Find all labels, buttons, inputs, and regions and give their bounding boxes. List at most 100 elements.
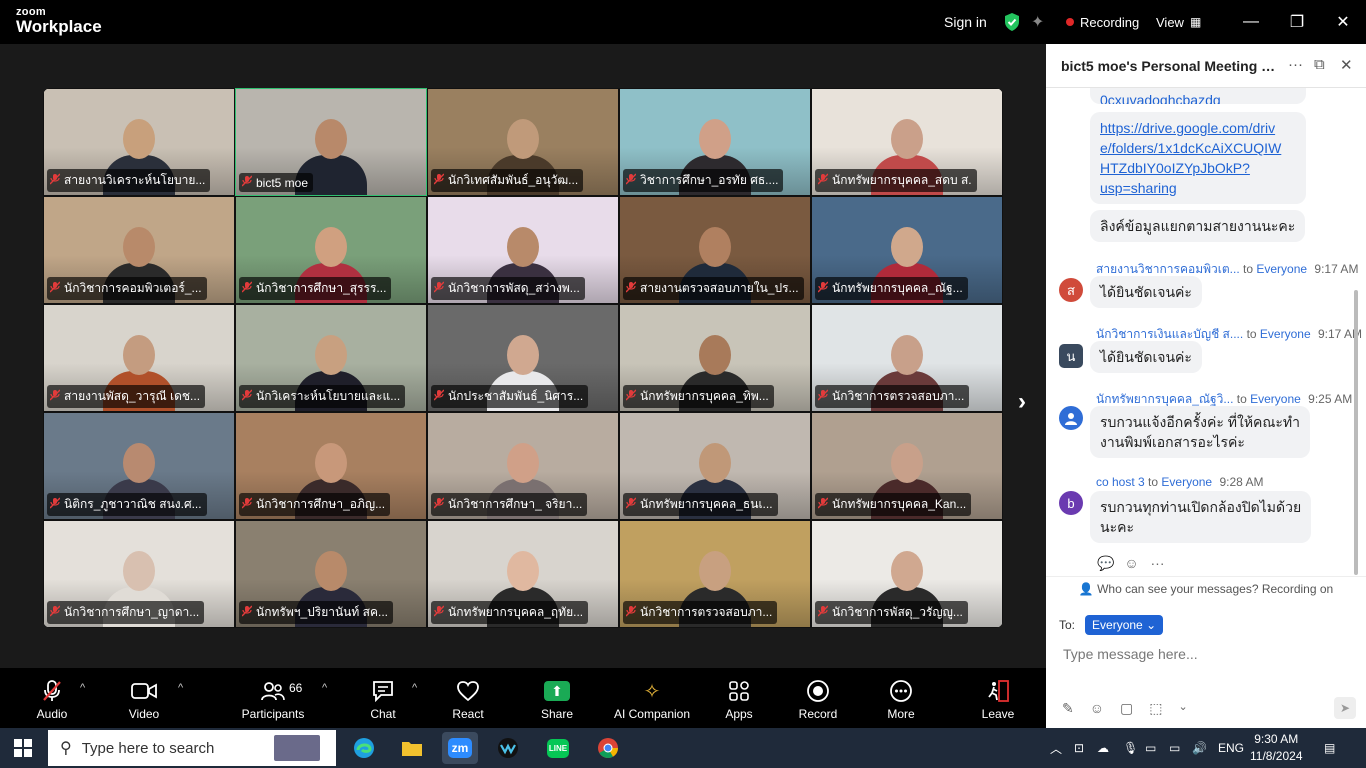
video-tile[interactable]: นักประชาสัมพันธ์_นิศาร... [427, 304, 619, 412]
chat-scrollbar[interactable] [1354, 290, 1358, 575]
meet-now-icon[interactable]: ⊡ [1074, 728, 1084, 768]
drive-link[interactable]: https://drive.google.com/driv e/folders/… [1100, 118, 1296, 198]
language-indicator[interactable]: ENG [1218, 728, 1244, 768]
video-tile[interactable]: นิติกร_ภูชาวาณิช สนง.ศ... [43, 412, 235, 520]
share-button[interactable]: ⬆ Share [538, 668, 576, 728]
audio-caret-icon[interactable]: ^ [80, 682, 85, 694]
tray-chevron-icon[interactable]: ︿ [1050, 728, 1062, 768]
screenshot-icon[interactable]: ⬚ [1149, 700, 1162, 717]
video-tile[interactable]: นักวิชาการศึกษา_อภิญ... [235, 412, 427, 520]
windows-start-icon[interactable] [14, 739, 32, 762]
send-icon[interactable]: ➤ [1334, 697, 1356, 719]
video-tile[interactable]: นักวิเทศสัมพันธ์_อนุวัฒ... [427, 88, 619, 196]
participant-name: สายงานวิเคราะห์นโยบาย... [64, 173, 206, 187]
shield-icon[interactable] [1003, 0, 1021, 44]
video-tile[interactable]: นักวิชาการพัสดุ_วรัญญู... [811, 520, 1003, 628]
sender-name[interactable]: สายงานวิชาการคอมพิวเต... [1096, 262, 1240, 276]
battery-icon[interactable]: ▭ [1145, 728, 1156, 768]
notification-icon[interactable]: ▤ [1324, 728, 1335, 768]
participants-caret-icon[interactable]: ^ [322, 682, 327, 694]
participants-button[interactable]: Participants [240, 668, 306, 728]
muted-mic-icon [433, 497, 445, 512]
react-button[interactable]: React [450, 668, 486, 728]
record-button[interactable]: Record [798, 668, 838, 728]
file-explorer-icon[interactable] [394, 732, 430, 764]
message-line: รบกวนแจ้งอีกครั้งค่ะ ที่ให้คณะทำ [1100, 414, 1301, 430]
file-icon[interactable]: ▢ [1120, 700, 1133, 717]
video-tile[interactable]: สายงานวิเคราะห์นโยบาย... [43, 88, 235, 196]
video-tile[interactable]: สายงานตรวจสอบภายใน_ปร... [619, 196, 811, 304]
close-icon[interactable]: ✕ [1320, 0, 1366, 44]
more-actions-icon[interactable]: ··· [1151, 555, 1165, 571]
video-tile[interactable]: นักทรัพยากรบุคคล_ณัฐ... [811, 196, 1003, 304]
video-tile[interactable]: นักทรัพยากรบุคคล_ธนเ... [619, 412, 811, 520]
participant-name-tag: นิติกร_ภูชาวาณิช สนง.ศ... [47, 493, 207, 516]
video-tile[interactable]: นักวิชาการตรวจสอบภา... [811, 304, 1003, 412]
network-icon[interactable]: ▭ [1169, 728, 1180, 768]
video-tile[interactable]: นักทรัพยากรบุคคล_ทิพ... [619, 304, 811, 412]
video-tile[interactable]: นักวิชาการศึกษา_ญาดา... [43, 520, 235, 628]
view-button[interactable]: View ▦ [1156, 0, 1201, 44]
video-tile[interactable]: นักวิชาการพัสดุ_สว่างพ... [427, 196, 619, 304]
mic-tray-icon[interactable]: 🎙 [1123, 728, 1138, 768]
video-tile[interactable]: bict5 moe [235, 88, 427, 196]
video-tile[interactable]: นักวิชาการศึกษา_ จริยา... [427, 412, 619, 520]
chat-header: bict5 moe's Personal Meeting Ro... ··· ⧉… [1046, 44, 1366, 88]
clock[interactable]: 9:30 AM 11/8/2024 [1250, 731, 1303, 765]
recipient-dropdown[interactable]: Everyone ⌄ [1085, 615, 1164, 635]
video-tile[interactable]: นักทรัพยากรบุคคล_ฤทัย... [427, 520, 619, 628]
maximize-icon[interactable]: ❐ [1274, 0, 1320, 44]
taskbar-search[interactable]: ⚲ Type here to search [48, 730, 336, 766]
partial-link[interactable]: 0cxuvadoqhcbazdg [1100, 90, 1296, 104]
chat-caret-icon[interactable]: ^ [412, 682, 417, 694]
sender-name[interactable]: นักวิชาการเงินและบัญชี ส.... [1096, 327, 1243, 341]
chrome-icon[interactable] [590, 732, 626, 764]
more-options-icon[interactable]: ··· [1288, 56, 1303, 73]
ai-companion-button[interactable]: ✧ AI Companion [612, 668, 692, 728]
video-tile[interactable]: นักวิชาการคอมพิวเตอร์_... [43, 196, 235, 304]
cloud-icon[interactable]: ☁ [1097, 728, 1109, 768]
video-tile[interactable]: นักทรัพยากรบุคคล_Kan... [811, 412, 1003, 520]
volume-icon[interactable]: 🔊 [1192, 728, 1207, 768]
video-caret-icon[interactable]: ^ [178, 682, 183, 694]
sparkle-icon[interactable]: ✦ [1031, 0, 1044, 44]
video-tile[interactable]: นักวิชาการตรวจสอบภา... [619, 520, 811, 628]
close-chat-icon[interactable]: ✕ [1340, 56, 1353, 74]
chevron-down-icon[interactable]: ⌄ [1179, 700, 1188, 717]
edge-icon[interactable] [346, 732, 382, 764]
video-button[interactable]: Video [122, 668, 166, 728]
line-app-icon[interactable]: LINE [540, 732, 576, 764]
video-tile[interactable]: นักทรัพยากรบุคคล_สดบ ส. [811, 88, 1003, 196]
format-icon[interactable]: ✎ [1062, 700, 1074, 717]
video-tile[interactable]: นักวิเคราะห์นโยบายและแ... [235, 304, 427, 412]
more-button[interactable]: More [882, 668, 920, 728]
chat-button[interactable]: Chat [366, 668, 400, 728]
sender-name[interactable]: co host 3 [1096, 475, 1145, 489]
video-tile[interactable]: สายงานพัสดุ_วารุณี เดช... [43, 304, 235, 412]
reply-icon[interactable]: 💬 [1097, 555, 1114, 571]
emoji-react-icon[interactable]: ☺ [1124, 555, 1138, 571]
video-tile[interactable]: นักทรัพฯ_ปริยานันท์ สค... [235, 520, 427, 628]
participant-name-tag: สายงานวิเคราะห์นโยบาย... [47, 169, 211, 192]
chat-label: Chat [370, 707, 396, 721]
chevron-right-icon[interactable]: › [1018, 388, 1026, 416]
video-tile[interactable]: นักวิชาการศึกษา_สุรรร... [235, 196, 427, 304]
sender-name[interactable]: นักทรัพยากรบุคคล_ณัฐวิ... [1096, 392, 1233, 406]
emoji-icon[interactable]: ☺ [1090, 700, 1104, 717]
participant-name: นักวิชาการคอมพิวเตอร์_... [64, 281, 202, 295]
message-input[interactable]: Type message here... [1063, 646, 1353, 662]
popout-icon[interactable]: ⧉ [1314, 56, 1325, 73]
leave-button[interactable]: Leave [980, 668, 1016, 728]
message-sender: co host 3 to Everyone 9:28 AM [1096, 475, 1263, 489]
title-bar: zoom Workplace Sign in ✦ Recording View … [0, 0, 1366, 44]
webex-icon[interactable] [490, 732, 526, 764]
minimize-icon[interactable]: — [1228, 0, 1274, 44]
visibility-notice[interactable]: 👤 Who can see your messages? Recording o… [1046, 576, 1366, 600]
zoom-taskbar-icon[interactable]: zm [442, 732, 478, 764]
recording-indicator[interactable]: Recording [1066, 0, 1139, 44]
audio-button[interactable]: Audio [30, 668, 74, 728]
sign-in-button[interactable]: Sign in [944, 0, 987, 44]
apps-button[interactable]: Apps [722, 668, 756, 728]
video-tile[interactable]: วิชาการศึกษา_อรทัย ศธ.... [619, 88, 811, 196]
participant-name-tag: นักวิชาการศึกษา_อภิญ... [239, 493, 391, 516]
